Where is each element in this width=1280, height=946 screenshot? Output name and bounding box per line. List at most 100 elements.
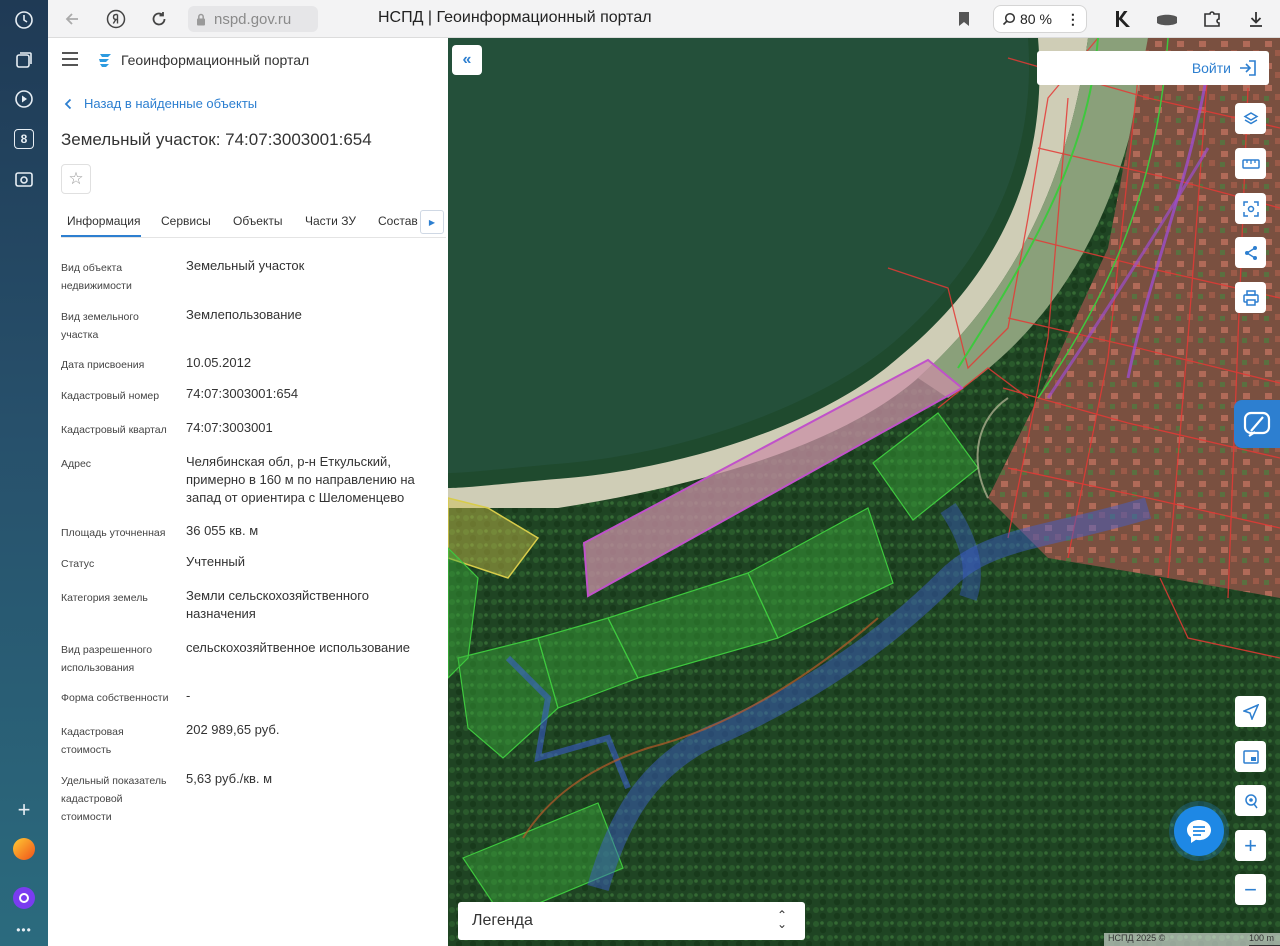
zoom-out-button[interactable]: − [1235, 874, 1266, 905]
expand-collapse-icon[interactable]: ⌃ ⌄ [777, 909, 787, 930]
minus-icon: − [1244, 876, 1257, 902]
field-label-cadastral-quarter: Кадастровый квартал [61, 424, 167, 436]
alice-icon[interactable] [12, 886, 36, 910]
back-to-results-link[interactable]: Назад в найденные объекты [64, 96, 257, 111]
address-text: nspd.gov.ru [214, 10, 292, 28]
chat-icon [1187, 820, 1211, 843]
print-button[interactable] [1235, 282, 1266, 313]
add-icon[interactable]: + [12, 797, 36, 822]
reload-icon[interactable] [147, 7, 171, 31]
legend-panel[interactable]: Легенда ⌃ ⌄ [458, 902, 805, 940]
login-icon [1240, 60, 1256, 76]
extension-hat-icon[interactable] [1155, 7, 1179, 31]
lock-icon [197, 13, 205, 25]
field-value-cadastral-value: 202 989,65 руб. [186, 722, 280, 737]
select-area-icon [1242, 200, 1259, 217]
field-label-ownership-form: Форма собственности [61, 692, 169, 704]
share-button[interactable] [1235, 237, 1266, 268]
collapse-panel-button[interactable]: « [452, 45, 482, 75]
field-label-status: Статус [61, 558, 95, 570]
caret-right-icon: ▶ [428, 217, 436, 227]
field-value-area: 36 055 кв. м [186, 523, 259, 538]
extensions-icon[interactable] [1200, 7, 1224, 31]
tab-composition[interactable]: Состав [378, 214, 418, 228]
plus-icon: + [1244, 832, 1257, 858]
tab-objects[interactable]: Объекты [233, 214, 283, 228]
menu-icon[interactable] [62, 52, 78, 66]
printer-icon [1242, 289, 1259, 306]
field-label-assigned-date: Дата присвоения [61, 359, 145, 371]
field-label-permitted-use: Вид разрешенного использования [61, 644, 153, 674]
tab-parcel-parts[interactable]: Части ЗУ [305, 214, 356, 228]
field-value-land-category: Земли сельскохозяйственного назначения [186, 588, 369, 621]
layers-icon [1243, 111, 1258, 124]
tab-services[interactable]: Сервисы [161, 214, 211, 228]
chevron-left-icon [64, 98, 72, 109]
locate-button[interactable] [1235, 696, 1266, 727]
active-tab-indicator [61, 235, 141, 237]
tabs-scroll-right-button[interactable]: ▶ [420, 210, 444, 234]
field-label-parcel-type: Вид земельного участка [61, 311, 139, 341]
bookmark-icon[interactable] [952, 7, 976, 31]
field-value-specific-value: 5,63 руб./кв. м [186, 771, 273, 786]
tab-information[interactable]: Информация [67, 214, 140, 228]
measure-button[interactable] [1235, 148, 1266, 179]
field-value-object-type: Земельный участок [186, 258, 305, 273]
video-icon[interactable] [12, 87, 36, 111]
field-label-specific-value: Удельный показатель кадастровой стоимост… [61, 775, 167, 823]
login-label: Войти [1191, 60, 1231, 76]
screenshot-icon[interactable] [12, 167, 36, 191]
minimap-icon [1242, 749, 1259, 764]
zoom-in-button[interactable]: + [1235, 830, 1266, 861]
map-view[interactable]: « Войти + − Легенда ⌃⌄ НСПД 2025 © 100 [448, 38, 1280, 946]
ruler-icon [1241, 158, 1260, 169]
mail-app-icon[interactable] [12, 837, 36, 861]
login-bar[interactable]: Войти [1037, 51, 1269, 85]
layers-button[interactable] [1235, 103, 1266, 134]
object-title: Земельный участок: 74:07:3003001:654 [61, 130, 372, 149]
double-chevron-left-icon: « [462, 51, 472, 68]
minimap-button[interactable] [1235, 741, 1266, 772]
object-info-panel: Геоинформационный портал Назад в найденн… [48, 38, 448, 946]
chat-button[interactable] [1174, 806, 1224, 856]
field-label-area: Площадь уточненная [61, 527, 166, 539]
app-badge-icon[interactable]: 8 [12, 127, 36, 151]
app-badge-label: 8 [14, 129, 34, 149]
more-icon[interactable]: ••• [12, 918, 36, 942]
field-value-parcel-type: Землепользование [186, 307, 302, 322]
zoom-control[interactable]: 80 % ⋮ [993, 5, 1087, 33]
kinopoisk-icon[interactable] [1111, 7, 1135, 31]
scale-bar: 100 m [1248, 933, 1280, 946]
field-label-cadastral-value: Кадастровая стоимость [61, 726, 124, 756]
history-icon[interactable] [12, 8, 36, 32]
assistant-icon [1243, 411, 1271, 437]
field-label-object-type: Вид объекта недвижимости [61, 262, 132, 292]
star-icon: ☆ [68, 169, 84, 188]
field-value-status: Учтенный [186, 554, 246, 569]
info-tabs: Информация Сервисы Объекты Части ЗУ Сост… [61, 208, 446, 238]
field-label-address: Адрес [61, 458, 92, 470]
address-bar[interactable]: nspd.gov.ru [188, 6, 318, 32]
zoom-icon [1002, 12, 1016, 26]
portal-title: Геоинформационный портал [121, 52, 310, 68]
geolocation-button[interactable] [1235, 785, 1266, 816]
share-icon [1244, 245, 1257, 260]
favorite-button[interactable]: ☆ [61, 164, 91, 194]
download-icon[interactable] [1244, 7, 1268, 31]
location-pin-icon [1244, 793, 1258, 808]
field-label-cadastral-number: Кадастровый номер [61, 390, 160, 402]
assistant-badge[interactable] [1234, 400, 1280, 448]
field-value-cadastral-quarter: 74:07:3003001 [186, 420, 273, 435]
back-arrow-icon[interactable] [60, 7, 84, 31]
menu-dots-icon[interactable]: ⋮ [1066, 12, 1080, 26]
map-attribution: НСПД 2025 © 100 m [1104, 933, 1280, 946]
collections-icon[interactable] [12, 48, 36, 72]
field-value-ownership-form: - [186, 688, 191, 703]
select-area-button[interactable] [1235, 193, 1266, 224]
yandex-icon[interactable] [104, 7, 128, 31]
browser-sidebar: 8 + ••• [0, 0, 48, 946]
legend-label: Легенда [472, 912, 533, 929]
attribution-text: НСПД 2025 © [1108, 933, 1166, 943]
field-value-permitted-use: сельскохозяйтвенное использование [186, 640, 410, 655]
satellite-map[interactable] [448, 38, 1280, 946]
